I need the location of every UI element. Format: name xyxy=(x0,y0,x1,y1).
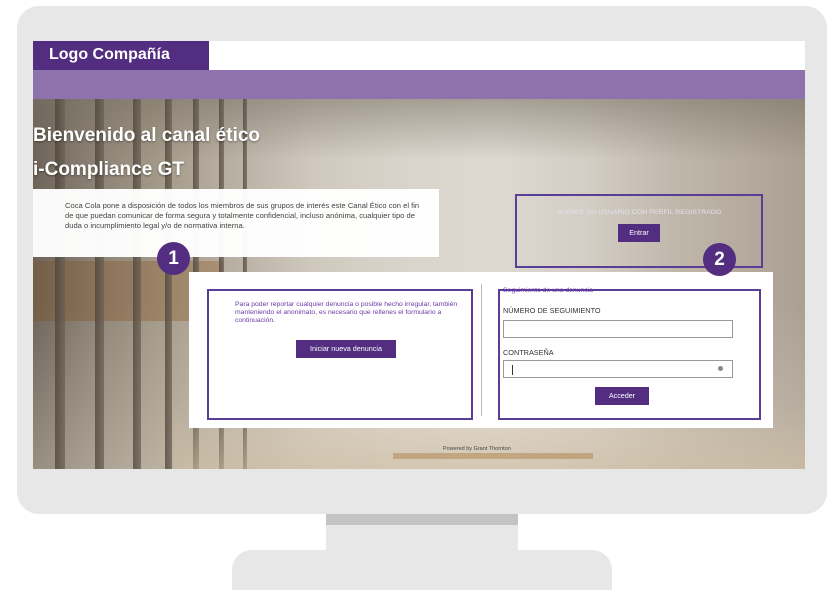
powered-by-text: Powered by Grant Thornton xyxy=(443,446,511,452)
main-panel: Para poder reportar cualquier denuncia o… xyxy=(189,272,773,428)
hero-floor-stripe xyxy=(393,453,593,459)
tracking-box: Seguimiento de una denuncia NÚMERO DE SE… xyxy=(498,287,761,420)
hero-column xyxy=(95,99,104,469)
eye-icon[interactable] xyxy=(718,366,723,371)
hero-column xyxy=(55,99,65,469)
product-title: i-Compliance GT xyxy=(33,159,184,180)
tracking-number-input[interactable] xyxy=(503,320,733,338)
step-badge-1: 1 xyxy=(157,242,190,275)
registered-user-text: SI ERES UN USUARIO CON PERFIL REGISTRADO xyxy=(556,209,722,216)
company-logo[interactable]: Logo Compañía xyxy=(33,41,209,70)
password-input[interactable] xyxy=(503,360,733,378)
screen: Logo Compañía Bienvenido al canal ético … xyxy=(33,41,805,469)
step-badge-2: 2 xyxy=(703,243,736,276)
hero-column xyxy=(165,99,172,469)
password-label: CONTRASEÑA xyxy=(503,348,554,357)
entrar-button[interactable]: Entrar xyxy=(618,224,660,242)
new-report-box: Para poder reportar cualquier denuncia o… xyxy=(207,289,473,420)
intro-text: Coca Cola pone a disposición de todos lo… xyxy=(33,189,439,257)
welcome-title: Bienvenido al canal ético xyxy=(33,125,261,146)
text-cursor xyxy=(512,365,513,375)
new-report-text: Para poder reportar cualquier denuncia o… xyxy=(235,301,458,324)
tracking-title: Seguimiento de una denuncia xyxy=(503,287,593,294)
panel-divider xyxy=(481,284,482,416)
acceder-button[interactable]: Acceder xyxy=(595,387,649,405)
purple-band xyxy=(33,70,805,99)
monitor-stand-base xyxy=(232,550,612,590)
monitor-neck-shadow xyxy=(326,514,518,525)
hero-column xyxy=(133,99,141,469)
new-report-button[interactable]: Iniciar nueva denuncia xyxy=(296,340,396,358)
tracking-number-label: NÚMERO DE SEGUIMIENTO xyxy=(503,306,601,315)
